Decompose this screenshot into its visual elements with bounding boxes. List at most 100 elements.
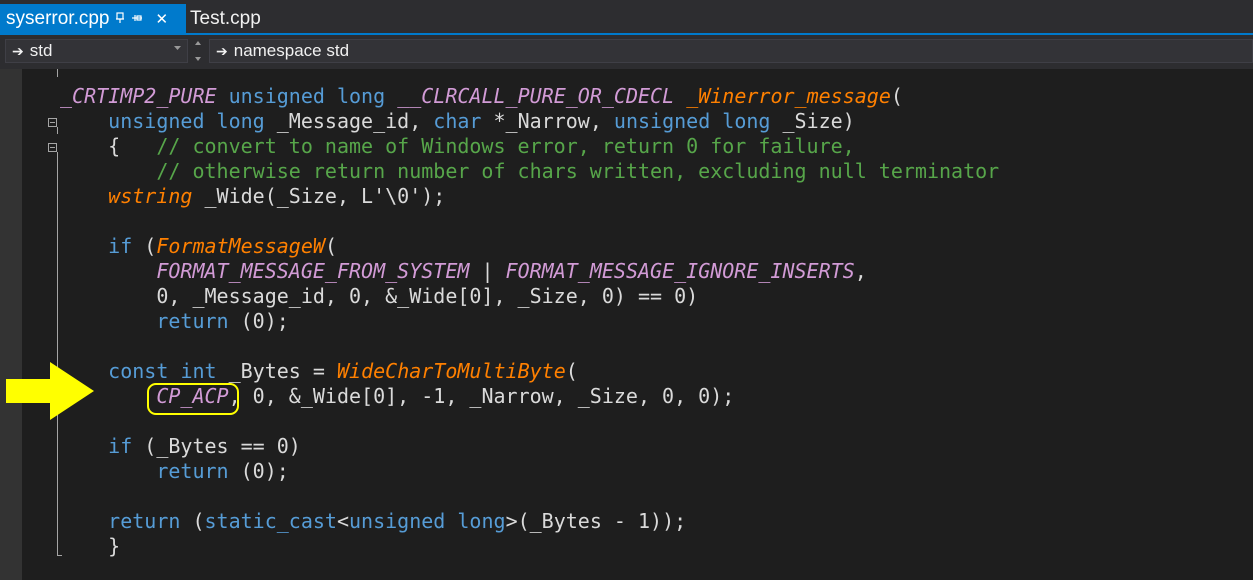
outline-guide-top xyxy=(57,69,58,77)
code-token: >(_Bytes - 1)); xyxy=(505,509,687,533)
code-token: wstring xyxy=(108,184,193,208)
indicator-margin xyxy=(0,69,22,580)
code-token: WideCharToMultiByte xyxy=(336,359,566,383)
chevron-down-icon xyxy=(174,43,181,53)
keep-open-icon[interactable] xyxy=(131,13,143,26)
code-token: (_Bytes == 0) xyxy=(132,434,301,458)
code-line[interactable]: return (0); xyxy=(60,459,999,484)
code-token: return xyxy=(156,309,229,333)
code-editor[interactable]: _CRTIMP2_PURE unsigned long __CLRCALL_PU… xyxy=(0,69,1253,580)
collapse-toggle[interactable] xyxy=(48,143,57,152)
code-line[interactable]: wstring _Wide(_Size, L'\0'); xyxy=(60,184,999,209)
code-token: FORMAT_MESSAGE_IGNORE_INSERTS xyxy=(505,259,855,283)
code-token: // otherwise return number of chars writ… xyxy=(156,159,1000,183)
member-dropdown[interactable]: ➔ namespace std xyxy=(209,39,1253,63)
code-token: } xyxy=(60,534,121,558)
code-token: { xyxy=(60,134,157,158)
code-token: , xyxy=(854,259,867,283)
arrow-right-icon: ➔ xyxy=(12,42,24,59)
code-line[interactable]: 0, _Message_id, 0, &_Wide[0], _Size, 0) … xyxy=(60,284,999,309)
code-token: if xyxy=(108,234,133,258)
outline-guide xyxy=(57,152,58,556)
code-line[interactable]: if (FormatMessageW( xyxy=(60,234,999,259)
code-token: *_Narrow, xyxy=(481,109,614,133)
code-token: unsigned xyxy=(349,509,446,533)
code-line[interactable]: FORMAT_MESSAGE_FROM_SYSTEM | FORMAT_MESS… xyxy=(60,259,999,284)
code-token: _Size) xyxy=(770,109,855,133)
pin-icon[interactable] xyxy=(115,11,125,27)
code-line[interactable]: return (static_cast<unsigned long>(_Byte… xyxy=(60,509,999,534)
code-token: _Winerror_message xyxy=(686,84,891,108)
scope-dropdown[interactable]: ➔ std xyxy=(5,39,188,63)
code-token: ( xyxy=(132,234,157,258)
tab-test-cpp[interactable]: Test.cpp xyxy=(190,4,261,34)
code-token: _Wide(_Size, L'\0'); xyxy=(192,184,446,208)
code-token: _Message_id, xyxy=(264,109,434,133)
code-line[interactable]: unsigned long _Message_id, char *_Narrow… xyxy=(60,109,999,134)
code-token: long xyxy=(722,109,771,133)
code-line[interactable]: const int _Bytes = WideCharToMultiByte( xyxy=(60,359,999,384)
code-token: if xyxy=(108,434,133,458)
scope-value: std xyxy=(29,41,53,60)
pointer-arrow-icon xyxy=(6,362,94,425)
code-line[interactable]: if (_Bytes == 0) xyxy=(60,434,999,459)
code-token: unsigned xyxy=(228,84,325,108)
code-token: FORMAT_MESSAGE_FROM_SYSTEM xyxy=(156,259,470,283)
code-token: return xyxy=(108,509,181,533)
tab-label: syserror.cpp xyxy=(6,8,110,29)
tab-label: Test.cpp xyxy=(190,8,261,29)
code-token: _Bytes = xyxy=(216,359,337,383)
code-line[interactable]: } xyxy=(60,534,999,559)
code-token: ( xyxy=(565,359,578,383)
code-line[interactable] xyxy=(60,209,999,234)
arrow-right-icon: ➔ xyxy=(216,42,228,59)
code-line[interactable]: { // convert to name of Windows error, r… xyxy=(60,134,999,159)
code-token: int xyxy=(180,359,217,383)
code-token: (0); xyxy=(228,459,289,483)
code-token: ( xyxy=(890,84,903,108)
close-icon[interactable]: ✕ xyxy=(155,10,168,28)
code-text[interactable]: _CRTIMP2_PURE unsigned long __CLRCALL_PU… xyxy=(60,84,999,559)
code-line[interactable] xyxy=(60,334,999,359)
splitter-handle[interactable] xyxy=(191,37,205,67)
code-token: _CRTIMP2_PURE xyxy=(60,84,217,108)
code-line[interactable] xyxy=(60,484,999,509)
code-line[interactable]: // otherwise return number of chars writ… xyxy=(60,159,999,184)
outline-guide xyxy=(57,127,58,134)
code-token: __CLRCALL_PURE_OR_CDECL xyxy=(397,84,675,108)
code-token: | xyxy=(469,259,506,283)
code-token: char xyxy=(433,109,482,133)
code-token: // convert to name of Windows error, ret… xyxy=(156,134,855,158)
code-token: ( xyxy=(324,234,337,258)
code-token: (0); xyxy=(228,309,289,333)
member-value: namespace std xyxy=(233,41,350,60)
code-token: unsigned xyxy=(613,109,711,133)
code-token: < xyxy=(336,509,350,533)
document-tab-bar: syserror.cpp ✕ Test.cpp xyxy=(0,0,1253,35)
code-line[interactable]: _CRTIMP2_PURE unsigned long __CLRCALL_PU… xyxy=(60,84,999,109)
tab-syserror-cpp[interactable]: syserror.cpp ✕ xyxy=(0,4,186,34)
code-token: return xyxy=(156,459,229,483)
code-token: unsigned xyxy=(108,109,205,133)
collapse-toggle[interactable] xyxy=(48,118,57,127)
code-line[interactable]: return (0); xyxy=(60,309,999,334)
code-token: FormatMessageW xyxy=(156,234,325,258)
code-token: long xyxy=(457,509,506,533)
code-token: ( xyxy=(180,509,205,533)
code-token: , 0, &_Wide[0], -1, _Narrow, _Size, 0, 0… xyxy=(228,384,735,408)
